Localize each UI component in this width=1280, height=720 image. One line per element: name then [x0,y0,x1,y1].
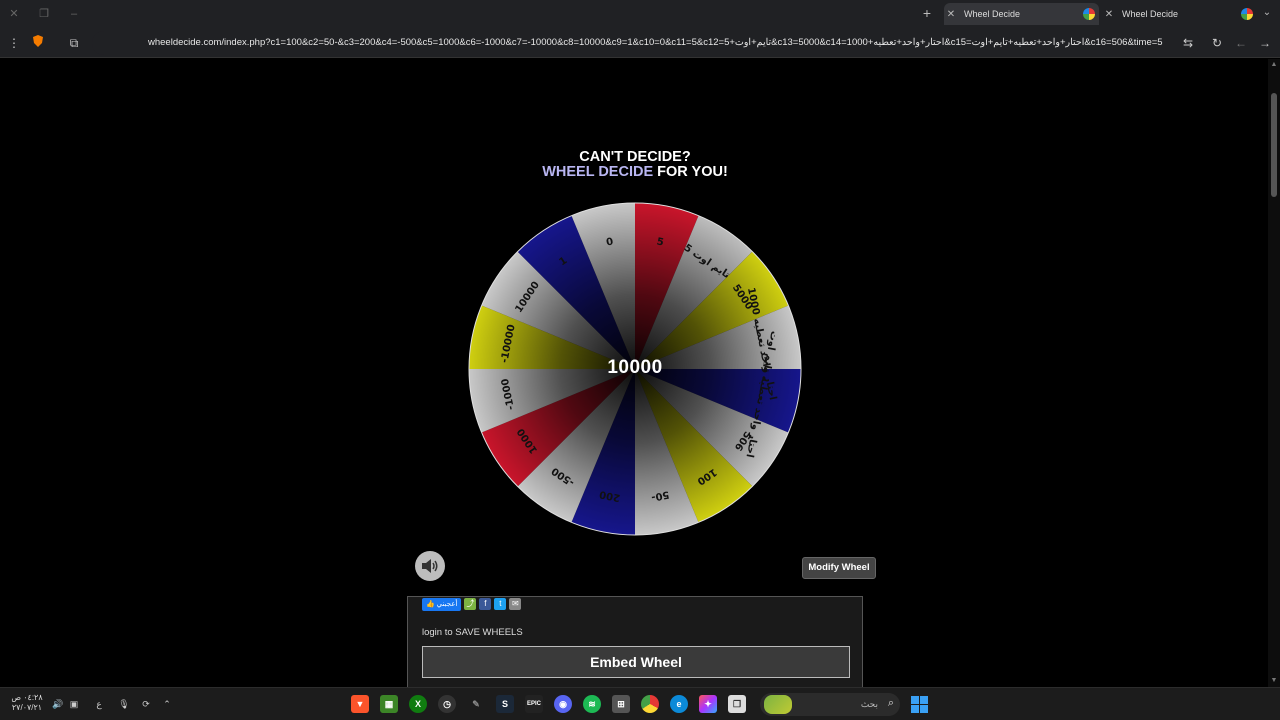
address-bar[interactable]: wheeldecide.com/index.php?c1=100&c2=50-&… [92,31,1200,55]
scroll-down-icon[interactable]: ▼ [1269,676,1279,686]
wheel-result: 10000 [607,357,663,378]
taskbar-search[interactable]: بحث ⌕ [760,693,900,716]
restore-window-icon[interactable]: ❐ [36,6,52,22]
search-highlight-icon [764,695,792,714]
page-headline: CAN'T DECIDE? WHEEL DECIDE FOR YOU! [435,150,835,180]
page-scrollbar[interactable]: ▲ ▼ [1268,59,1280,687]
tab-title: Wheel Decide [1122,9,1179,19]
twitter-icon[interactable]: t [494,598,507,610]
search-label: بحث [860,699,878,709]
tab-inactive[interactable]: ✕ Wheel Decide [1102,3,1257,25]
wheel-options-panel: 👍 أعجبني ⤴ f t ✉ login to SAVE WHEELS Em… [407,596,863,691]
decision-wheel[interactable]: 55 تايم اوت 5000 1000 احتار واحد تعطيه احتا… [467,201,803,537]
windows-start-icon[interactable] [911,696,928,713]
microphone-icon[interactable]: 🎙 [117,697,131,711]
new-tab-button[interactable]: + [919,5,935,21]
clock-date: ٢٧/٠٧/٢١ [11,703,43,712]
facebook-icon[interactable]: f [479,598,492,610]
facebook-like-button[interactable]: 👍 أعجبني [422,597,462,611]
tab-title: Wheel Decide [964,9,1021,19]
thumbs-up-icon: 👍 [426,600,435,608]
browser-toolbar: ⋮ ⧉ ☆ wheeldecide.com/index.php?c1=100&c… [0,28,1280,58]
wheel-favicon-icon [1083,8,1095,20]
steam-app-icon[interactable]: S [496,695,514,713]
forward-icon[interactable]: → [1256,34,1274,52]
search-icon: ⌕ [887,697,894,709]
scrollbar-thumb[interactable] [1271,93,1277,197]
like-label: أعجبني [436,600,458,608]
sound-toggle-button[interactable] [415,551,445,581]
edge-app-icon[interactable]: e [670,695,688,713]
share-row: 👍 أعجبني ⤴ f t ✉ [422,597,522,611]
speaker-icon [422,559,438,573]
brave-app-icon[interactable]: ▼ [351,695,369,713]
clock-time: ٠٤:٢٨ ص [11,693,43,702]
back-icon[interactable]: ← [1232,34,1250,52]
share-icon[interactable]: ⤴ [464,598,477,610]
minimize-window-icon[interactable]: – [66,6,82,22]
windows-taskbar: ٠٤:٢٨ ص ٢٧/٠٧/٢١ 🔊 ▣ ع 🎙 ⟳ ⌃ ▼ ▦ X ◷ ✎ S… [0,687,1280,720]
page-viewport: CAN'T DECIDE? WHEEL DECIDE FOR YOU! 55 ت… [0,59,1268,691]
volume-icon[interactable]: 🔊 [51,697,65,711]
store-app-icon[interactable]: ⊞ [612,695,630,713]
modify-wheel-button[interactable]: Modify Wheel [802,557,876,579]
clock-app-icon[interactable]: ◷ [438,695,456,713]
headline-line1: CAN'T DECIDE? [579,149,691,165]
brave-shield-icon[interactable] [29,34,47,52]
url-text[interactable]: wheeldecide.com/index.php?c1=100&c2=50-&… [148,37,1178,48]
network-icon[interactable]: ▣ [67,697,81,711]
copilot-app-icon[interactable]: ✦ [699,695,717,713]
reload-icon[interactable]: ↻ [1208,34,1226,52]
close-tab-icon[interactable]: ✕ [944,9,958,20]
menu-dots-icon[interactable]: ⋮ [5,34,23,52]
tray-chevron-icon[interactable]: ⌃ [160,697,174,711]
task-view-icon[interactable]: ❐ [728,695,746,713]
spotify-app-icon[interactable]: ≋ [583,695,601,713]
xbox-app-icon[interactable]: X [409,695,427,713]
discord-app-icon[interactable]: ◉ [554,695,572,713]
wheel-favicon-icon [1241,8,1253,20]
tab-strip: ✕ ❐ – + ✕ Wheel Decide ✕ Wheel Decide ⌄ [0,0,1280,28]
scroll-up-icon[interactable]: ▲ [1269,60,1279,70]
headline-rest: FOR YOU! [653,164,728,180]
close-tab-icon[interactable]: ✕ [1102,9,1116,20]
email-icon[interactable]: ✉ [509,598,522,610]
embed-wheel-button[interactable]: Embed Wheel [422,646,850,678]
clock[interactable]: ٠٤:٢٨ ص ٢٧/٠٧/٢١ [10,693,44,713]
tab-active[interactable]: ✕ Wheel Decide [944,3,1099,25]
headline-accent: WHEEL DECIDE [542,164,654,180]
sync-icon[interactable]: ⟳ [139,697,153,711]
close-window-icon[interactable]: ✕ [6,6,22,22]
tab-search-chevron-icon[interactable]: ⌄ [1259,5,1275,21]
input-language[interactable]: ع [92,697,106,711]
headline-line2: WHEEL DECIDE FOR YOU! [435,165,835,180]
pen-app-icon[interactable]: ✎ [467,695,485,713]
site-settings-icon[interactable]: ⇆ [1179,34,1197,52]
login-save-link[interactable]: login to SAVE WHEELS [422,627,523,638]
chrome-app-icon[interactable] [641,695,659,713]
minecraft-app-icon[interactable]: ▦ [380,695,398,713]
extensions-icon[interactable]: ⧉ [65,34,83,52]
epic-games-app-icon[interactable]: EPIC [525,695,543,713]
